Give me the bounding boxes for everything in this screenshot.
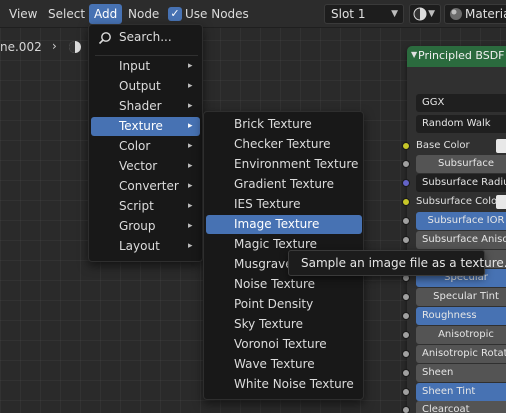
- menu-item-group[interactable]: Group: [119, 217, 199, 236]
- menu-item-noise-texture[interactable]: Noise Texture: [234, 275, 362, 294]
- menu-item-image-texture[interactable]: Image Texture: [206, 215, 362, 234]
- menu-item-vector[interactable]: Vector: [119, 157, 199, 176]
- collapse-triangle-icon[interactable]: ▼: [411, 50, 417, 59]
- menu-search[interactable]: Search...: [119, 28, 199, 47]
- socket-anisotropic-rotation[interactable]: [402, 350, 410, 358]
- slot-dropdown[interactable]: Slot 1 ▼: [324, 4, 404, 24]
- socket-sheen[interactable]: [402, 369, 410, 377]
- menu-item-point-density[interactable]: Point Density: [234, 295, 362, 314]
- specular-tint-field[interactable]: Specular Tint: [416, 288, 506, 306]
- subsurface-color-label: Subsurface Color: [416, 196, 502, 207]
- menu-item-input[interactable]: Input: [119, 57, 199, 76]
- base-color-label: Base Color: [416, 140, 470, 151]
- menu-item-converter[interactable]: Converter: [119, 177, 199, 196]
- chevron-right-icon: ▸: [188, 201, 193, 211]
- menu-add[interactable]: Add: [89, 4, 123, 24]
- socket-subsurface-ior[interactable]: [402, 217, 410, 225]
- socket-sheen-tint[interactable]: [402, 388, 410, 396]
- socket-roughness[interactable]: [402, 312, 410, 320]
- menu-item-white-noise-texture[interactable]: White Noise Texture: [234, 375, 362, 394]
- add-menu: Search... Input ▸ Output ▸ Shader ▸ Text…: [88, 24, 203, 262]
- socket-subsurface[interactable]: [402, 160, 410, 168]
- tooltip: Sample an image file as a texture.: [288, 250, 506, 276]
- object-breadcrumb: ne.002: [0, 40, 42, 54]
- subsurface-color-swatch[interactable]: [496, 195, 506, 209]
- socket-subsurface-anisotropy[interactable]: [402, 236, 410, 244]
- base-color-swatch[interactable]: [496, 139, 506, 153]
- chevron-right-icon: ▸: [188, 101, 193, 111]
- menu-item-environment-texture[interactable]: Environment Texture: [234, 155, 362, 174]
- menu-select[interactable]: Select: [43, 4, 90, 24]
- menu-item-sky-texture[interactable]: Sky Texture: [234, 315, 362, 334]
- search-icon: [98, 32, 111, 45]
- menu-view[interactable]: View: [4, 4, 42, 24]
- menu-item-script[interactable]: Script: [119, 197, 199, 216]
- chevron-right-icon: ▸: [188, 161, 193, 171]
- chevron-right-icon: ▸: [188, 141, 193, 151]
- subsurface-radius-field[interactable]: Subsurface Radius: [416, 174, 506, 192]
- chevron-down-icon: ▼: [428, 9, 435, 19]
- node-title: Principled BSDF: [418, 49, 505, 62]
- menu-item-texture[interactable]: Texture: [91, 117, 200, 136]
- roughness-field[interactable]: Roughness: [416, 307, 506, 325]
- menu-item-gradient-texture[interactable]: Gradient Texture: [234, 175, 362, 194]
- menu-item-color[interactable]: Color: [119, 137, 199, 156]
- socket-clearcoat[interactable]: [402, 406, 410, 413]
- chevron-right-icon: ▸: [188, 61, 193, 71]
- socket-specular-tint[interactable]: [402, 293, 410, 301]
- menu-item-voronoi-texture[interactable]: Voronoi Texture: [234, 335, 362, 354]
- menu-item-shader[interactable]: Shader: [119, 97, 199, 116]
- chevron-right-icon: ▸: [188, 221, 193, 231]
- globe-material-icon: [69, 41, 81, 53]
- material-name-field[interactable]: Material.00: [444, 4, 506, 24]
- clearcoat-field[interactable]: Clearcoat: [416, 401, 506, 413]
- menu-item-output[interactable]: Output: [119, 77, 199, 96]
- checkmark-icon: ✓: [170, 7, 180, 20]
- chevron-right-icon: ▸: [188, 121, 193, 131]
- menu-node[interactable]: Node: [123, 4, 164, 24]
- sheen-tint-field[interactable]: Sheen Tint: [416, 383, 506, 401]
- material-browse-dropdown[interactable]: ▼: [409, 4, 441, 24]
- menu-item-wave-texture[interactable]: Wave Texture: [234, 355, 362, 374]
- menu-item-layout[interactable]: Layout: [119, 237, 199, 256]
- menu-separator: [95, 55, 198, 56]
- subsurface-method-dropdown[interactable]: Random Walk: [416, 115, 506, 133]
- socket-subsurface-color[interactable]: [402, 198, 410, 206]
- chevron-down-icon: ▼: [391, 9, 398, 19]
- anisotropic-field[interactable]: Anisotropic: [416, 326, 506, 344]
- subsurface-ior-field[interactable]: Subsurface IOR: [416, 212, 506, 230]
- menu-item-brick-texture[interactable]: Brick Texture: [234, 115, 362, 134]
- sheen-field[interactable]: Sheen: [416, 364, 506, 382]
- distribution-dropdown[interactable]: GGX: [416, 94, 506, 112]
- subsurface-anisotropy-field[interactable]: Subsurface Anisotr: [416, 231, 506, 249]
- node-editor-header: View Select Add Node ✓ Use Nodes Slot 1 …: [0, 0, 506, 28]
- globe-material-icon: [413, 7, 427, 21]
- chevron-right-icon: ▸: [188, 81, 193, 91]
- material-name: Material.00: [465, 7, 506, 21]
- use-nodes-label: Use Nodes: [185, 7, 249, 21]
- menu-item-checker-texture[interactable]: Checker Texture: [234, 135, 362, 154]
- subsurface-field[interactable]: Subsurface: [416, 155, 506, 173]
- socket-base-color[interactable]: [402, 142, 410, 150]
- menu-item-ies-texture[interactable]: IES Texture: [234, 195, 362, 214]
- socket-subsurface-radius[interactable]: [402, 179, 410, 187]
- chevron-right-icon: ▸: [188, 241, 193, 251]
- chevron-right-icon: ▸: [188, 181, 193, 191]
- socket-anisotropic[interactable]: [402, 331, 410, 339]
- anisotropic-rotation-field[interactable]: Anisotropic Rotatio: [416, 345, 506, 363]
- breadcrumb-arrow-icon: ›: [52, 39, 57, 53]
- material-sphere-icon: [449, 7, 463, 23]
- slot-value: Slot 1: [331, 7, 366, 21]
